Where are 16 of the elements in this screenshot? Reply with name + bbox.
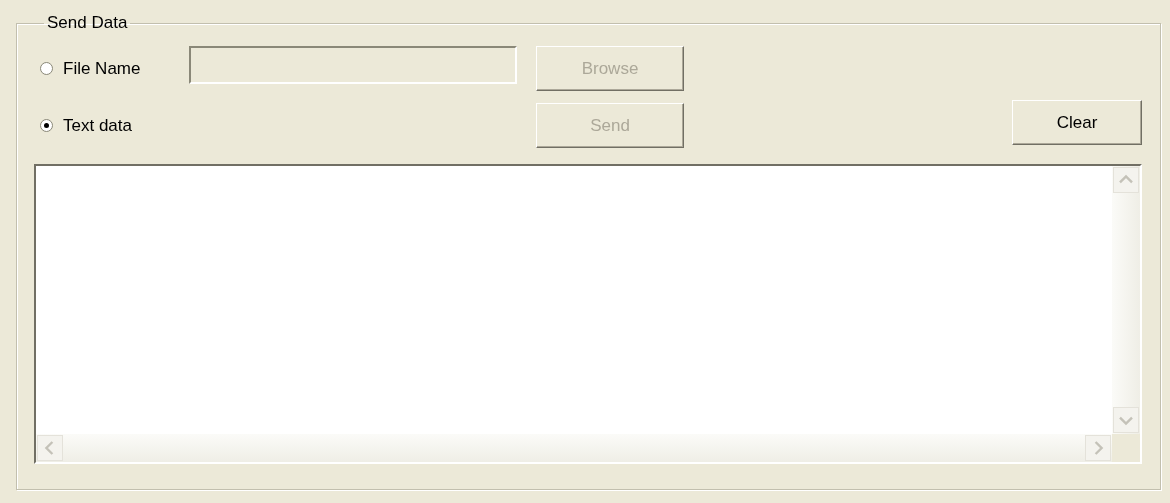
radio-button[interactable]: [40, 62, 53, 75]
scroll-left-icon[interactable]: [37, 435, 63, 461]
radio-button[interactable]: [40, 119, 53, 132]
clear-button[interactable]: Clear: [1012, 100, 1142, 145]
group-title: Send Data: [46, 14, 129, 32]
scroll-up-icon[interactable]: [1113, 167, 1139, 193]
horizontal-scrollbar[interactable]: [36, 434, 1112, 462]
scrollbar-corner: [1112, 434, 1140, 462]
radio-option[interactable]: File Name: [34, 58, 189, 79]
scroll-down-icon[interactable]: [1113, 407, 1139, 433]
text-area[interactable]: [34, 164, 1142, 464]
radio-label: Text data: [63, 115, 132, 136]
vertical-scrollbar[interactable]: [1112, 166, 1140, 434]
scroll-right-icon[interactable]: [1085, 435, 1111, 461]
radio-label: File Name: [63, 58, 141, 79]
radio-option[interactable]: Text data: [34, 115, 189, 136]
